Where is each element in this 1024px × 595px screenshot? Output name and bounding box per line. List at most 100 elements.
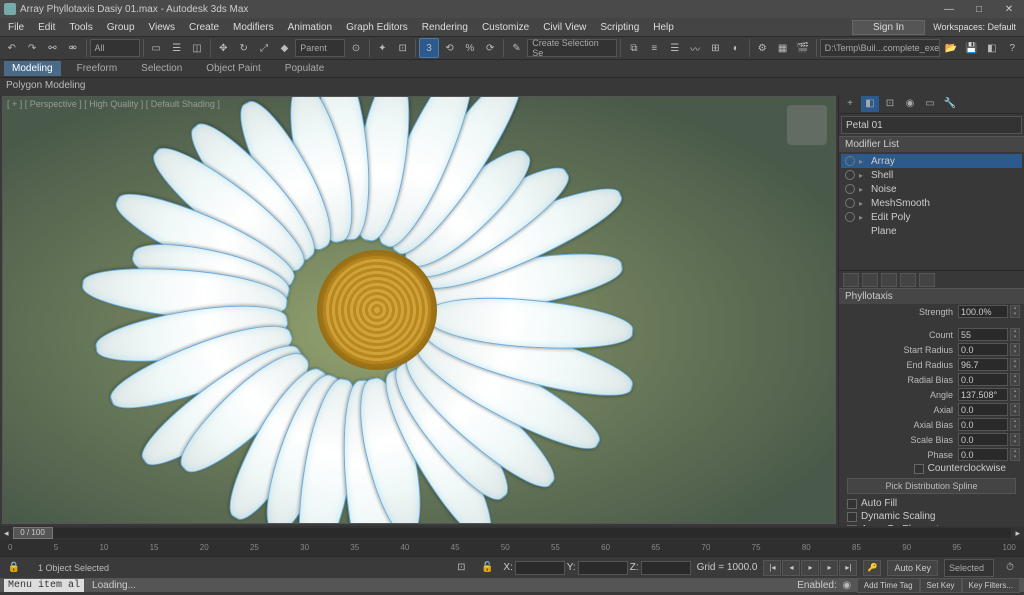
isolate-icon[interactable]: ⊡ [451, 558, 471, 578]
modifier-plane[interactable]: Plane [841, 224, 1022, 238]
configure-sets-icon[interactable] [919, 273, 935, 287]
curve-editor-icon[interactable]: 〰 [685, 38, 704, 58]
spinner-icon[interactable]: ▴▾ [1010, 388, 1020, 401]
tab-freeform[interactable]: Freeform [69, 61, 126, 76]
menu-views[interactable]: Views [143, 20, 182, 35]
scalebias-field[interactable]: 0.0 [958, 433, 1008, 446]
select-icon[interactable]: ▭ [147, 38, 166, 58]
ccw-checkbox[interactable] [914, 464, 924, 474]
axialbias-field[interactable]: 0.0 [958, 418, 1008, 431]
menu-customize[interactable]: Customize [476, 20, 535, 35]
z-coord-field[interactable] [641, 561, 691, 575]
tab-modeling[interactable]: Modeling [4, 61, 61, 76]
time-slider-thumb[interactable]: 0 / 100 [13, 527, 53, 539]
modify-tab-icon[interactable]: ◧ [861, 96, 879, 112]
placement-icon[interactable]: ◆ [275, 38, 294, 58]
modifier-shell[interactable]: ▸Shell [841, 168, 1022, 182]
material-editor-icon[interactable]: ◐ [726, 38, 745, 58]
x-coord-field[interactable] [515, 561, 565, 575]
workspaces-dropdown[interactable]: Workspaces: Default [927, 20, 1022, 34]
tab-selection[interactable]: Selection [133, 61, 190, 76]
layers-icon[interactable]: ☰ [665, 38, 684, 58]
keymode-icon[interactable]: ⊡ [393, 38, 412, 58]
remove-modifier-icon[interactable] [900, 273, 916, 287]
polygon-modeling-panel[interactable]: Polygon Modeling [0, 78, 1024, 94]
object-name-field[interactable]: Petal 01 [841, 116, 1022, 134]
script-path[interactable]: D:\Temp\Buil...complete_exe [820, 39, 941, 57]
hierarchy-tab-icon[interactable]: ⊡ [881, 96, 899, 112]
container-icon[interactable]: ◧ [982, 38, 1001, 58]
spinner-icon[interactable]: ▴▾ [1010, 403, 1020, 416]
modifier-noise[interactable]: ▸Noise [841, 182, 1022, 196]
help-icon[interactable]: ? [1003, 38, 1022, 58]
maxscript-mini[interactable]: Menu item al [4, 579, 84, 592]
visibility-toggle-icon[interactable] [845, 156, 855, 166]
visibility-toggle-icon[interactable] [845, 184, 855, 194]
menu-group[interactable]: Group [101, 20, 141, 35]
select-region-icon[interactable]: ◫ [187, 38, 206, 58]
undo-icon[interactable]: ↶ [2, 38, 21, 58]
spinner-icon[interactable]: ▴▾ [1010, 343, 1020, 356]
save-icon[interactable]: 💾 [962, 38, 981, 58]
mirror-icon[interactable]: ⧉ [624, 38, 643, 58]
render-setup-icon[interactable]: ⚙ [753, 38, 772, 58]
time-config-icon[interactable]: ⏱ [1000, 558, 1020, 578]
make-unique-icon[interactable] [881, 273, 897, 287]
arraybyelem-checkbox[interactable] [847, 525, 857, 527]
visibility-toggle-icon[interactable] [845, 212, 855, 222]
angle-snap-icon[interactable]: ⟲ [440, 38, 459, 58]
keyfilter-dropdown[interactable]: Selected [944, 559, 994, 577]
rotate-icon[interactable]: ↻ [234, 38, 253, 58]
visibility-toggle-icon[interactable] [845, 198, 855, 208]
refcoord-dropdown[interactable]: Parent [295, 39, 345, 57]
display-tab-icon[interactable]: ▭ [921, 96, 939, 112]
minimize-button[interactable]: — [934, 0, 964, 18]
maximize-button[interactable]: □ [964, 0, 994, 18]
menu-scripting[interactable]: Scripting [594, 20, 645, 35]
motion-tab-icon[interactable]: ◉ [901, 96, 919, 112]
setkey-button[interactable]: Set Key [920, 578, 962, 593]
signin-button[interactable]: Sign In [852, 20, 925, 35]
addtimetag-button[interactable]: Add Time Tag [857, 578, 920, 593]
spinner-icon[interactable]: ▴▾ [1010, 358, 1020, 371]
prev-frame-icon[interactable]: ◂ [782, 560, 800, 576]
endradius-field[interactable]: 96.7 [958, 358, 1008, 371]
enabled-toggle-icon[interactable]: ◉ [837, 575, 857, 595]
percent-snap-icon[interactable]: % [460, 38, 479, 58]
unlink-icon[interactable]: ⚮ [63, 38, 82, 58]
menu-file[interactable]: File [2, 20, 30, 35]
render-icon[interactable]: 🎬 [793, 38, 812, 58]
tab-objectpaint[interactable]: Object Paint [198, 61, 268, 76]
autokey-button[interactable]: Auto Key [887, 560, 938, 576]
rollout-phyllotaxis[interactable]: Phyllotaxis [839, 288, 1024, 304]
menu-rendering[interactable]: Rendering [416, 20, 474, 35]
spinner-icon[interactable]: ▴▾ [1010, 418, 1020, 431]
timeline[interactable]: 0510152025303540455055606570758085909510… [0, 540, 1024, 556]
modifier-meshsmooth[interactable]: ▸MeshSmooth [841, 196, 1022, 210]
modifier-list-dropdown[interactable]: Modifier List [839, 136, 1024, 152]
spinner-snap-icon[interactable]: ⟳ [480, 38, 499, 58]
menu-grapheditors[interactable]: Graph Editors [340, 20, 414, 35]
menu-civilview[interactable]: Civil View [537, 20, 592, 35]
lock-icon[interactable]: 🔒 [4, 558, 24, 578]
angle-field[interactable]: 137.508° [958, 388, 1008, 401]
close-button[interactable]: ✕ [994, 0, 1024, 18]
selectmanip-icon[interactable]: ✦ [373, 38, 392, 58]
menu-animation[interactable]: Animation [282, 20, 338, 35]
menu-help[interactable]: Help [647, 20, 680, 35]
menu-tools[interactable]: Tools [63, 20, 98, 35]
select-name-icon[interactable]: ☰ [167, 38, 186, 58]
spinner-icon[interactable]: ▴▾ [1010, 305, 1020, 318]
keyfilters-button[interactable]: Key Filters... [962, 578, 1020, 593]
time-slider[interactable]: ◂ 0 / 100 ▸ [0, 526, 1024, 540]
phase-field[interactable]: 0.0 [958, 448, 1008, 461]
named-selset[interactable]: Create Selection Se [527, 39, 617, 57]
spinner-icon[interactable]: ▴▾ [1010, 373, 1020, 386]
link-icon[interactable]: ⚯ [43, 38, 62, 58]
selection-filter[interactable]: All [90, 39, 140, 57]
modifier-array[interactable]: ▸Array [841, 154, 1022, 168]
snap-toggle-icon[interactable]: 3 [419, 38, 438, 58]
edit-selset-icon[interactable]: ✎ [507, 38, 526, 58]
viewport-label[interactable]: [ + ] [ Perspective ] [ High Quality ] [… [7, 99, 220, 109]
goto-end-icon[interactable]: ▸| [839, 560, 857, 576]
